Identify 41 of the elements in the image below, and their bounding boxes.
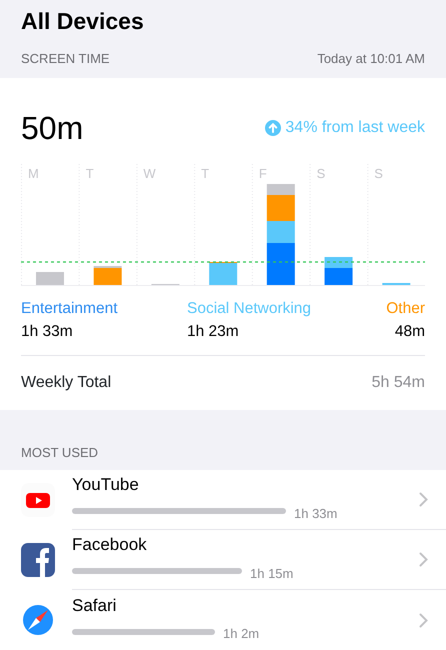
weekly-total-value: 5h 54m (372, 373, 425, 394)
total-time: 50m (21, 112, 84, 144)
day-label: F (258, 166, 267, 181)
day-label: S (374, 166, 383, 181)
f-logo-icon (21, 543, 55, 578)
usage-bar (94, 266, 122, 285)
legend-value: 1h 23m (187, 322, 240, 342)
app-row[interactable]: Safari 1h 2m (0, 590, 446, 650)
app-row[interactable]: Facebook 1h 15m (0, 530, 446, 590)
usage-time: 1h 33m (294, 504, 338, 523)
legend-label: Other (386, 298, 425, 319)
section-heading: MOST USED (21, 444, 98, 462)
day-label: T (201, 166, 210, 181)
app-name: Safari (72, 596, 118, 616)
legend-label: Social Networking (187, 298, 312, 319)
usage-time: 1h 2m (223, 625, 260, 644)
chevron-right-icon (419, 612, 428, 628)
usage-bar (209, 262, 238, 285)
page-title: All Devices (21, 8, 145, 36)
weekly-total-label: Weekly Total (21, 373, 112, 394)
legend-value: 1h 33m (21, 322, 74, 342)
day-label: S (316, 166, 326, 181)
usage-bar (382, 282, 410, 285)
legend-label: Entertainment (21, 298, 118, 319)
day-label: T (86, 166, 94, 181)
legend-value: 48m (394, 322, 425, 342)
usage-time: 1h 15m (250, 564, 294, 583)
usage-bar (324, 256, 353, 285)
app-row[interactable]: YouTube 1h 33m (0, 470, 446, 530)
arrow-up-icon (265, 120, 282, 136)
app-name: Facebook (72, 536, 148, 555)
usage-bar (36, 272, 64, 285)
section-heading: SCREEN TIME (21, 50, 110, 68)
updated-time: Today at 10:01 AM (317, 50, 425, 68)
day-label: W (143, 166, 156, 181)
compass-icon (21, 603, 55, 638)
chevron-right-icon (419, 552, 428, 568)
change-text: 34% from last week (285, 118, 425, 138)
day-label: M (28, 166, 39, 181)
app-name: YouTube (72, 476, 140, 495)
chevron-right-icon (419, 492, 428, 508)
